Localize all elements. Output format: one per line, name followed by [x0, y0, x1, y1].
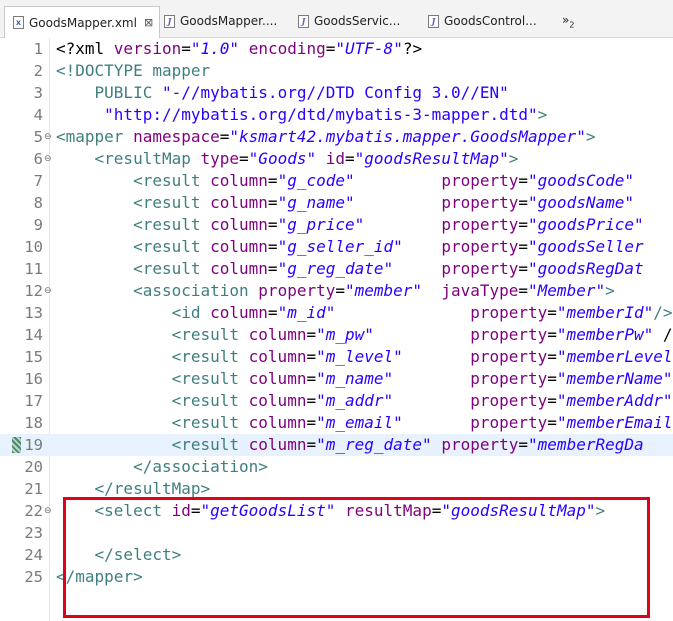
code-text: <result column="m_pw" property="memberPw…: [56, 325, 673, 344]
line-number: 12: [24, 282, 43, 300]
line-number: 24: [24, 546, 43, 564]
code-text: <result column="m_level" property="membe…: [56, 347, 673, 366]
code-text: <id column="m_id" property="memberId"/>: [56, 303, 673, 322]
code-text: <?xml version="1.0" encoding="UTF-8"?>: [56, 39, 423, 58]
red-highlight-box: [63, 497, 650, 618]
line-number: 18: [24, 414, 43, 432]
tab-goodsservice-java[interactable]: J GoodsServic...: [298, 8, 400, 34]
code-text: <result column="g_price" property="goods…: [56, 215, 644, 234]
line-number: 25: [24, 568, 43, 586]
java-file-icon: J: [164, 14, 175, 28]
line-number: 17: [24, 392, 43, 410]
code-line[interactable]: 5 ⊖ <mapper namespace="ksmart42.mybatis.ma…: [0, 126, 673, 148]
code-text: <result column="g_name" property="goodsN…: [56, 193, 634, 212]
code-text: "http://mybatis.org/dtd/mybatis-3-mapper…: [56, 105, 548, 124]
code-line[interactable]: 10 <result column="g_seller_id" property…: [0, 236, 673, 258]
line-number: 8: [33, 194, 43, 212]
tab-overflow-button[interactable]: »2: [562, 13, 574, 29]
code-text: <resultMap type="Goods" id="goodsResultM…: [56, 149, 519, 168]
line-number: 9: [33, 216, 43, 234]
code-line[interactable]: 11 <result column="g_reg_date" property=…: [0, 258, 673, 280]
code-line[interactable]: 19 <result column="m_reg_date" property=…: [0, 434, 673, 456]
code-line[interactable]: 8 <result column="g_name" property="good…: [0, 192, 673, 214]
code-text: PUBLIC "-//mybatis.org//DTD Config 3.0//…: [56, 83, 509, 102]
line-number: 16: [24, 370, 43, 388]
code-text: <association property="member" javaType=…: [56, 281, 615, 300]
fold-toggle-icon[interactable]: ⊖: [44, 153, 52, 165]
code-text: <result column="m_reg_date" property="me…: [56, 435, 644, 454]
code-text: <mapper namespace="ksmart42.mybatis.mapp…: [56, 127, 596, 146]
line-number: 2: [33, 62, 43, 80]
code-line[interactable]: 13 <id column="m_id" property="memberId"…: [0, 302, 673, 324]
line-number: 11: [24, 260, 43, 278]
line-number: 19: [24, 436, 43, 454]
line-number: 21: [24, 480, 43, 498]
line-number: 6: [33, 150, 43, 168]
code-line[interactable]: 16 <result column="m_name" property="mem…: [0, 368, 673, 390]
fold-toggle-icon[interactable]: ⊖: [44, 131, 52, 143]
code-text: <!DOCTYPE mapper: [56, 61, 211, 80]
code-line[interactable]: 7 <result column="g_code" property="good…: [0, 170, 673, 192]
code-text: <result column="m_addr" property="member…: [56, 391, 673, 410]
overflow-count: 2: [569, 20, 575, 30]
line-number: 10: [24, 238, 43, 256]
tab-label: GoodsControl...: [444, 14, 537, 28]
line-number: 14: [24, 326, 43, 344]
tab-goodsmapper-xml[interactable]: x GoodsMapper.xml ⊠: [4, 6, 161, 38]
code-line[interactable]: 15 <result column="m_level" property="me…: [0, 346, 673, 368]
tab-goodsmapper-java[interactable]: J GoodsMapper....: [164, 8, 277, 34]
code-line[interactable]: 18 <result column="m_email" property="me…: [0, 412, 673, 434]
line-number: 1: [33, 40, 43, 58]
line-number: 7: [33, 172, 43, 190]
code-line[interactable]: 3 PUBLIC "-//mybatis.org//DTD Config 3.0…: [0, 82, 673, 104]
line-number: 5: [33, 128, 43, 146]
editor-tab-bar: x GoodsMapper.xml ⊠ J GoodsMapper.... J …: [0, 0, 673, 38]
tab-label: GoodsServic...: [314, 14, 401, 28]
tab-label: GoodsMapper.xml: [29, 15, 137, 30]
tab-label: GoodsMapper....: [180, 14, 278, 28]
line-number: 4: [33, 106, 43, 124]
code-line[interactable]: 12 ⊖ <association property="member" javaT…: [0, 280, 673, 302]
code-text: <result column="g_reg_date" property="go…: [56, 259, 644, 278]
code-line[interactable]: 14 <result column="m_pw" property="membe…: [0, 324, 673, 346]
line-number: 20: [24, 458, 43, 476]
code-line[interactable]: 2 <!DOCTYPE mapper: [0, 60, 673, 82]
code-line[interactable]: 1 <?xml version="1.0" encoding="UTF-8"?>: [0, 38, 673, 60]
fold-toggle-icon[interactable]: ⊖: [44, 505, 52, 517]
code-line[interactable]: 17 <result column="m_addr" property="mem…: [0, 390, 673, 412]
code-text: <result column="g_code" property="goodsC…: [56, 171, 634, 190]
code-text: <result column="m_name" property="member…: [56, 369, 673, 388]
xml-editor[interactable]: 1 <?xml version="1.0" encoding="UTF-8"?> 2…: [0, 38, 673, 621]
close-tab-icon[interactable]: ⊠: [144, 16, 153, 29]
code-text: <result column="m_email" property="membe…: [56, 413, 673, 432]
code-text: <result column="g_seller_id" property="g…: [56, 237, 644, 256]
java-file-icon: J: [428, 14, 439, 28]
fold-toggle-icon[interactable]: ⊖: [44, 285, 52, 297]
code-line[interactable]: 9 <result column="g_price" property="goo…: [0, 214, 673, 236]
tab-goodscontroller-java[interactable]: J GoodsControl...: [428, 8, 537, 34]
code-line[interactable]: 20 </association>: [0, 456, 673, 478]
line-number: 15: [24, 348, 43, 366]
line-number: 13: [24, 304, 43, 322]
java-file-icon: J: [298, 14, 309, 28]
code-text: </association>: [56, 457, 268, 476]
code-line[interactable]: 6 ⊖ <resultMap type="Goods" id="goodsResu…: [0, 148, 673, 170]
code-line[interactable]: 4 "http://mybatis.org/dtd/mybatis-3-mapp…: [0, 104, 673, 126]
line-number: 22: [24, 502, 43, 520]
line-number: 3: [33, 84, 43, 102]
xml-file-icon: x: [13, 16, 24, 29]
line-number: 23: [24, 524, 43, 542]
